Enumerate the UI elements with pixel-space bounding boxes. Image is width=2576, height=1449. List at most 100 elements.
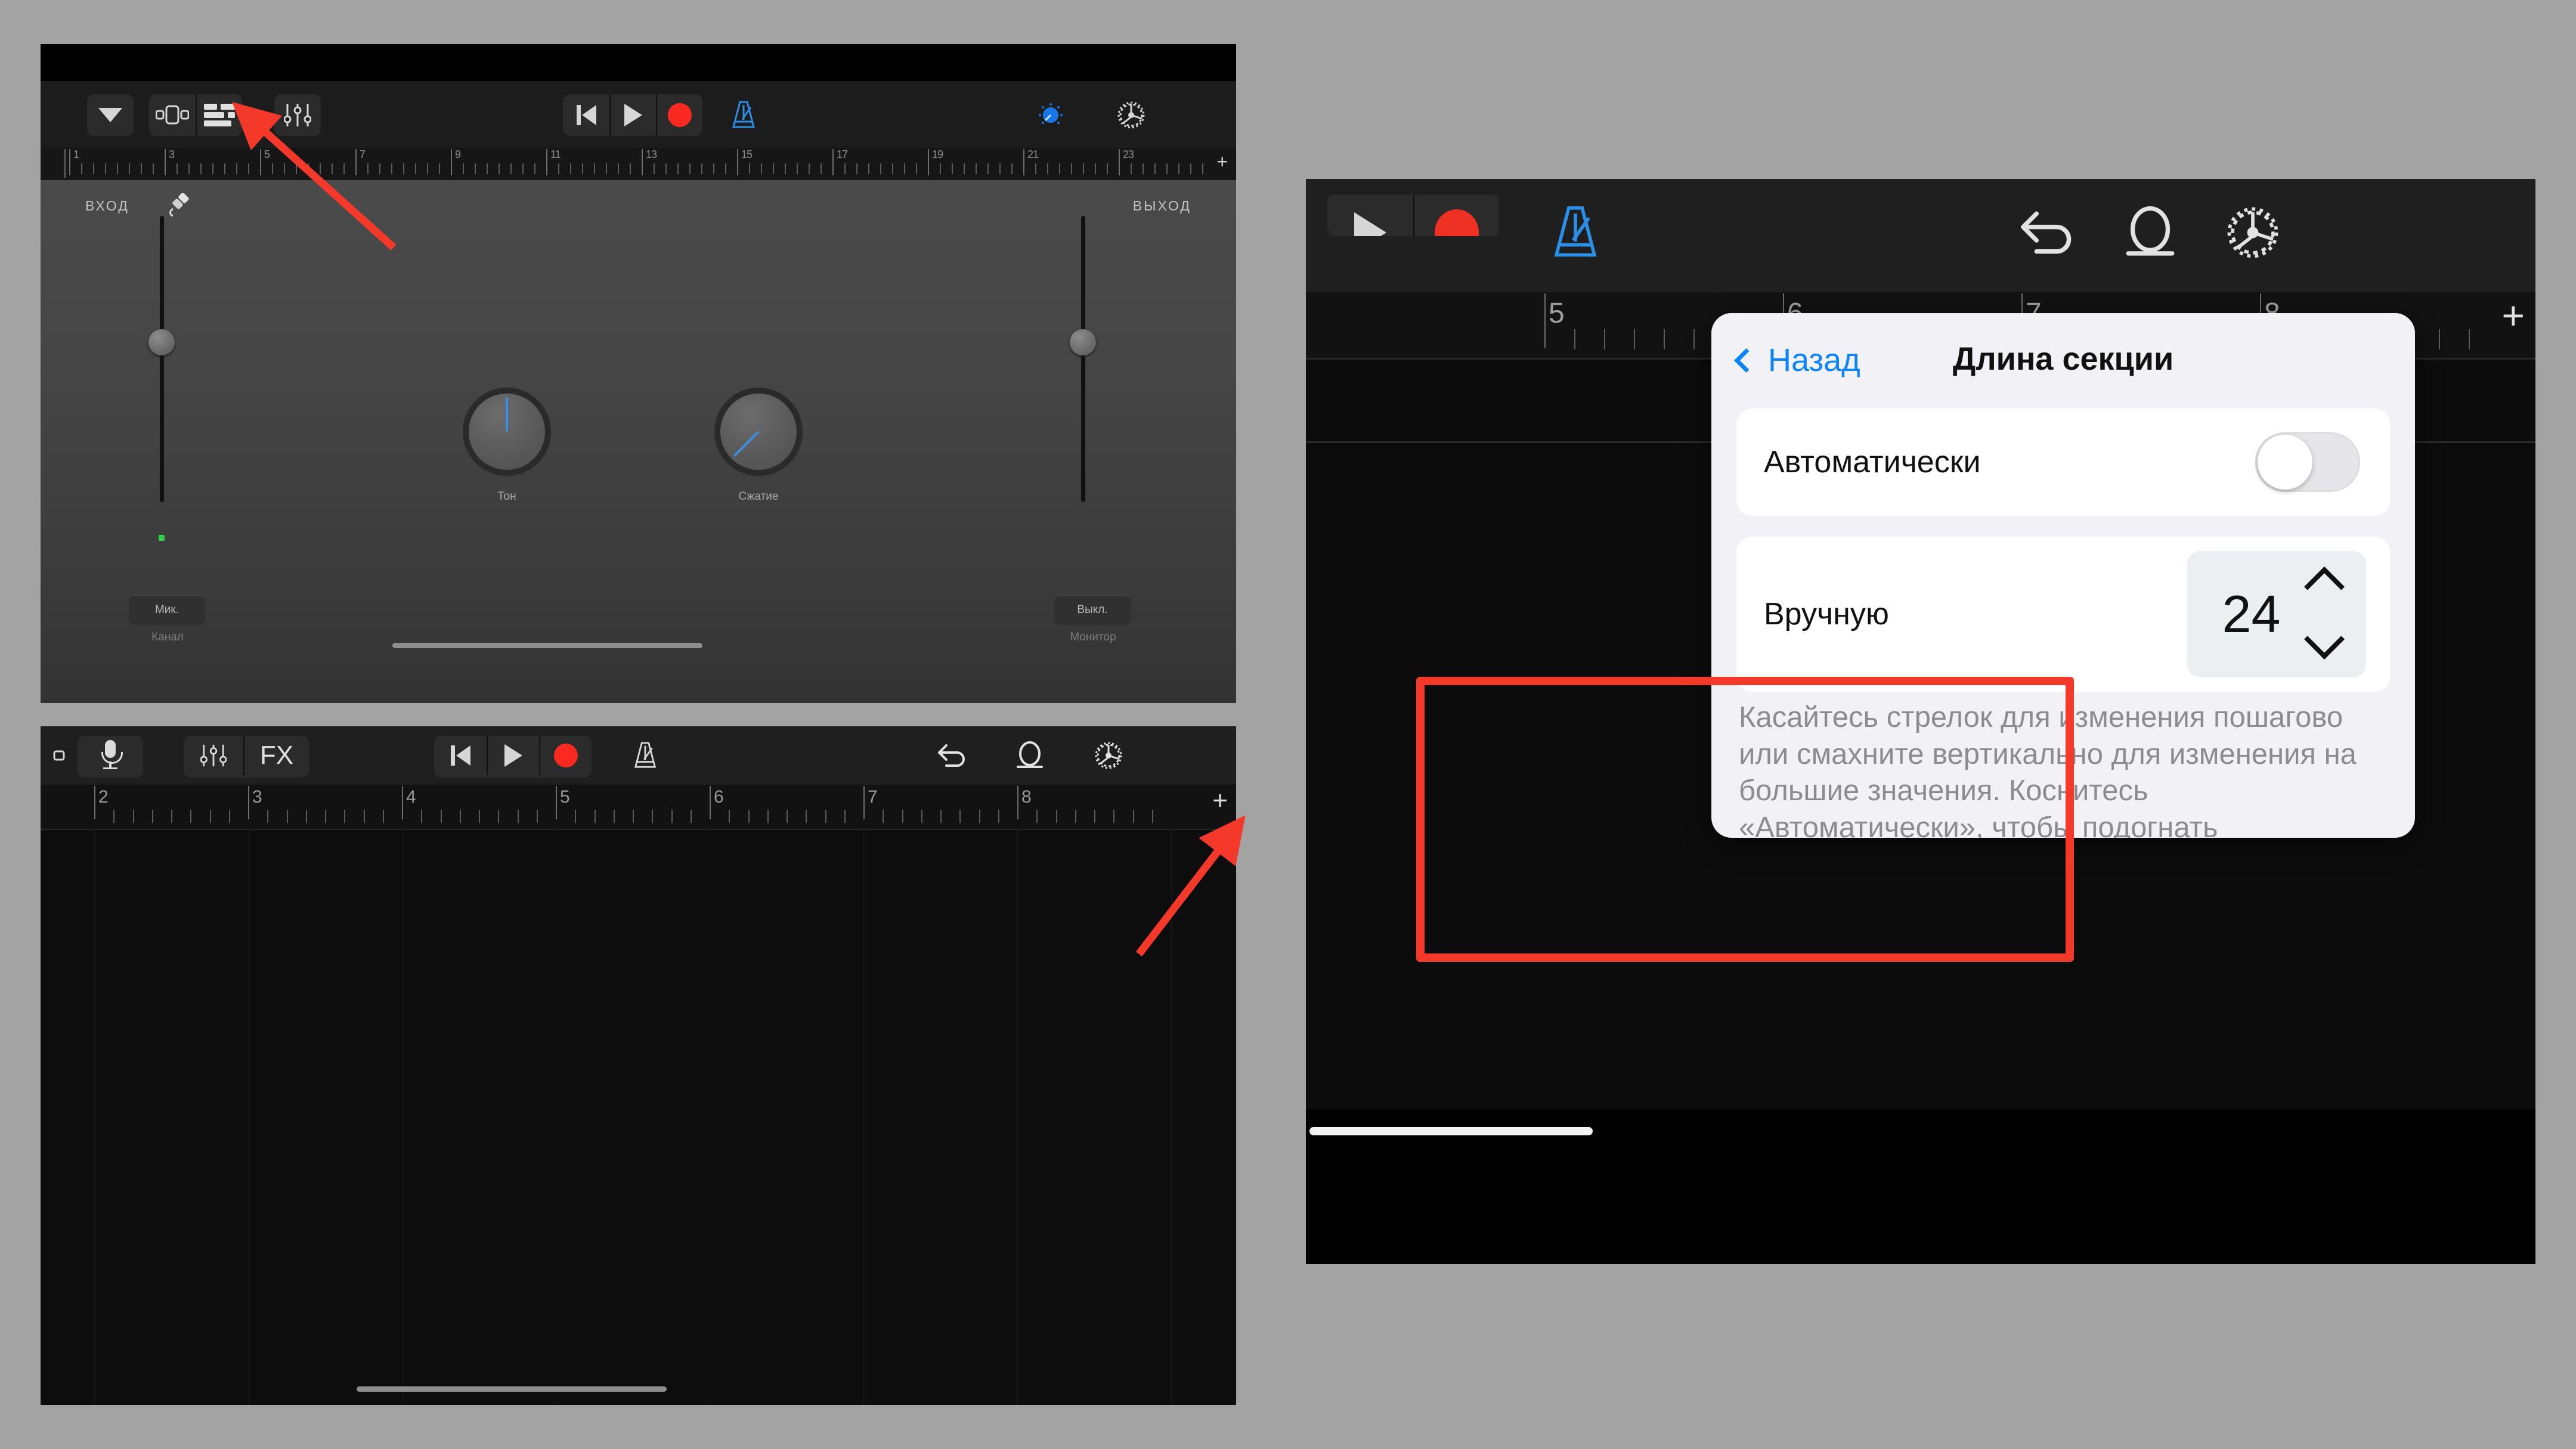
record-button[interactable] (656, 94, 702, 136)
ruler-label: 3 (252, 787, 262, 807)
panel-one-status-area (41, 44, 1236, 81)
ruler-tick (725, 163, 726, 174)
transport-group (434, 736, 592, 778)
undo-button[interactable] (929, 736, 976, 775)
loop-button[interactable] (1007, 736, 1053, 775)
ruler-bar (832, 149, 834, 175)
ruler-label: 2 (98, 787, 109, 807)
manual-length-stepper[interactable]: 24 (2187, 551, 2366, 677)
ruler-tick (844, 163, 846, 174)
grid-line (94, 829, 95, 1405)
auto-length-toggle[interactable] (2255, 432, 2360, 492)
ruler-bar (546, 149, 547, 175)
ruler-tick (998, 810, 999, 823)
play-button[interactable] (609, 94, 656, 136)
input-level-slider-track[interactable] (160, 216, 164, 502)
metronome-button[interactable] (1537, 196, 1614, 270)
panel-one-ruler[interactable]: 1 3 5 7 9 11 13 15 17 19 21 23 + (41, 148, 1236, 181)
ruler-tick (921, 810, 922, 823)
metronome-button[interactable] (622, 736, 668, 775)
ruler-tick (856, 163, 857, 174)
ruler-tick (1036, 810, 1038, 823)
ruler-tick (767, 810, 769, 823)
metronome-icon (732, 101, 755, 128)
output-level-slider-knob[interactable] (1070, 329, 1096, 355)
output-level-slider-track[interactable] (1081, 216, 1085, 502)
ruler-tick (305, 810, 307, 823)
channel-value-button[interactable]: Мик. (129, 595, 205, 625)
mixer-button[interactable] (184, 736, 243, 775)
popover-title: Длина секции (1952, 341, 2174, 377)
ruler-tick (892, 163, 893, 174)
ruler-tick (570, 163, 571, 174)
add-section-button[interactable]: + (1212, 788, 1228, 814)
metronome-button[interactable] (720, 94, 767, 136)
grid-line (863, 829, 864, 1405)
ruler-label: 15 (741, 148, 753, 160)
ruler-tick (729, 810, 730, 823)
ruler-tick (151, 810, 153, 823)
settings-button[interactable] (1108, 94, 1154, 136)
loop-button[interactable] (2112, 196, 2188, 270)
settings-button[interactable] (1085, 736, 1132, 775)
output-label: ВЫХОД (1132, 198, 1191, 213)
navigation-button[interactable] (45, 736, 76, 775)
skip-back-icon (576, 105, 596, 125)
ruler-label: 21 (1027, 148, 1039, 160)
input-level-slider-knob[interactable] (148, 329, 175, 355)
metronome-icon (634, 742, 657, 768)
ruler-tick (1047, 163, 1048, 174)
rewind-button[interactable] (434, 736, 487, 775)
panel-two-track-area[interactable] (41, 829, 1236, 1405)
track-view-button[interactable] (149, 94, 196, 136)
tone-knob[interactable] (469, 394, 545, 470)
ruler-tick (618, 163, 619, 174)
ruler-tick (510, 163, 512, 174)
ruler-tick (952, 163, 953, 174)
ruler-tick (105, 163, 106, 174)
auto-length-row[interactable]: Автоматически (1736, 408, 2390, 516)
ruler-tick (1075, 810, 1076, 823)
ruler-tick (883, 810, 884, 823)
ruler-tick (665, 163, 667, 174)
ruler-tick (976, 163, 977, 174)
record-button[interactable] (539, 736, 592, 775)
add-section-button[interactable]: + (1216, 152, 1228, 171)
ruler-tick (613, 810, 615, 823)
compressor-knob-label: Сжатие (738, 490, 779, 503)
skip-back-icon (450, 745, 470, 766)
ruler-tick (517, 810, 519, 823)
home-indicator (357, 1386, 667, 1392)
record-button[interactable] (1413, 194, 1499, 236)
settings-button[interactable] (2215, 196, 2291, 270)
microphone-button[interactable] (78, 736, 143, 775)
master-effects-button[interactable] (1027, 94, 1074, 136)
ruler-label: 13 (646, 148, 657, 160)
compressor-knob[interactable] (720, 394, 797, 470)
manual-length-row[interactable]: Вручную 24 (1736, 537, 2390, 692)
play-icon (624, 104, 642, 126)
popover-header: Назад Длина секции (1711, 313, 2415, 402)
ruler-tick (868, 163, 869, 174)
ruler-tick (582, 163, 583, 174)
ruler-label: 23 (1123, 148, 1134, 160)
manual-length-value: 24 (2222, 584, 2281, 643)
fx-button[interactable]: FX (243, 736, 309, 775)
collapse-triangle-button[interactable] (87, 94, 134, 136)
loop-icon (2126, 206, 2175, 256)
undo-button[interactable] (2010, 196, 2086, 270)
play-button[interactable] (1327, 194, 1413, 236)
undo-arrow-icon (2021, 211, 2072, 254)
play-button[interactable] (487, 736, 539, 775)
panel-one-toolbar (41, 81, 1236, 148)
panel-three-home-bar-area (1306, 1109, 2535, 1264)
rewind-button[interactable] (563, 94, 609, 136)
panel-two-ruler[interactable]: 2 3 4 5 6 7 8 + (41, 785, 1236, 829)
ruler-tick (1095, 163, 1096, 174)
ruler-tick (209, 810, 211, 823)
ruler-bar (642, 149, 643, 175)
ruler-tick (1055, 810, 1057, 823)
monitor-value-button[interactable]: Выкл. (1054, 595, 1131, 625)
add-section-button[interactable]: + (2501, 296, 2525, 335)
ruler-tick (153, 163, 154, 174)
